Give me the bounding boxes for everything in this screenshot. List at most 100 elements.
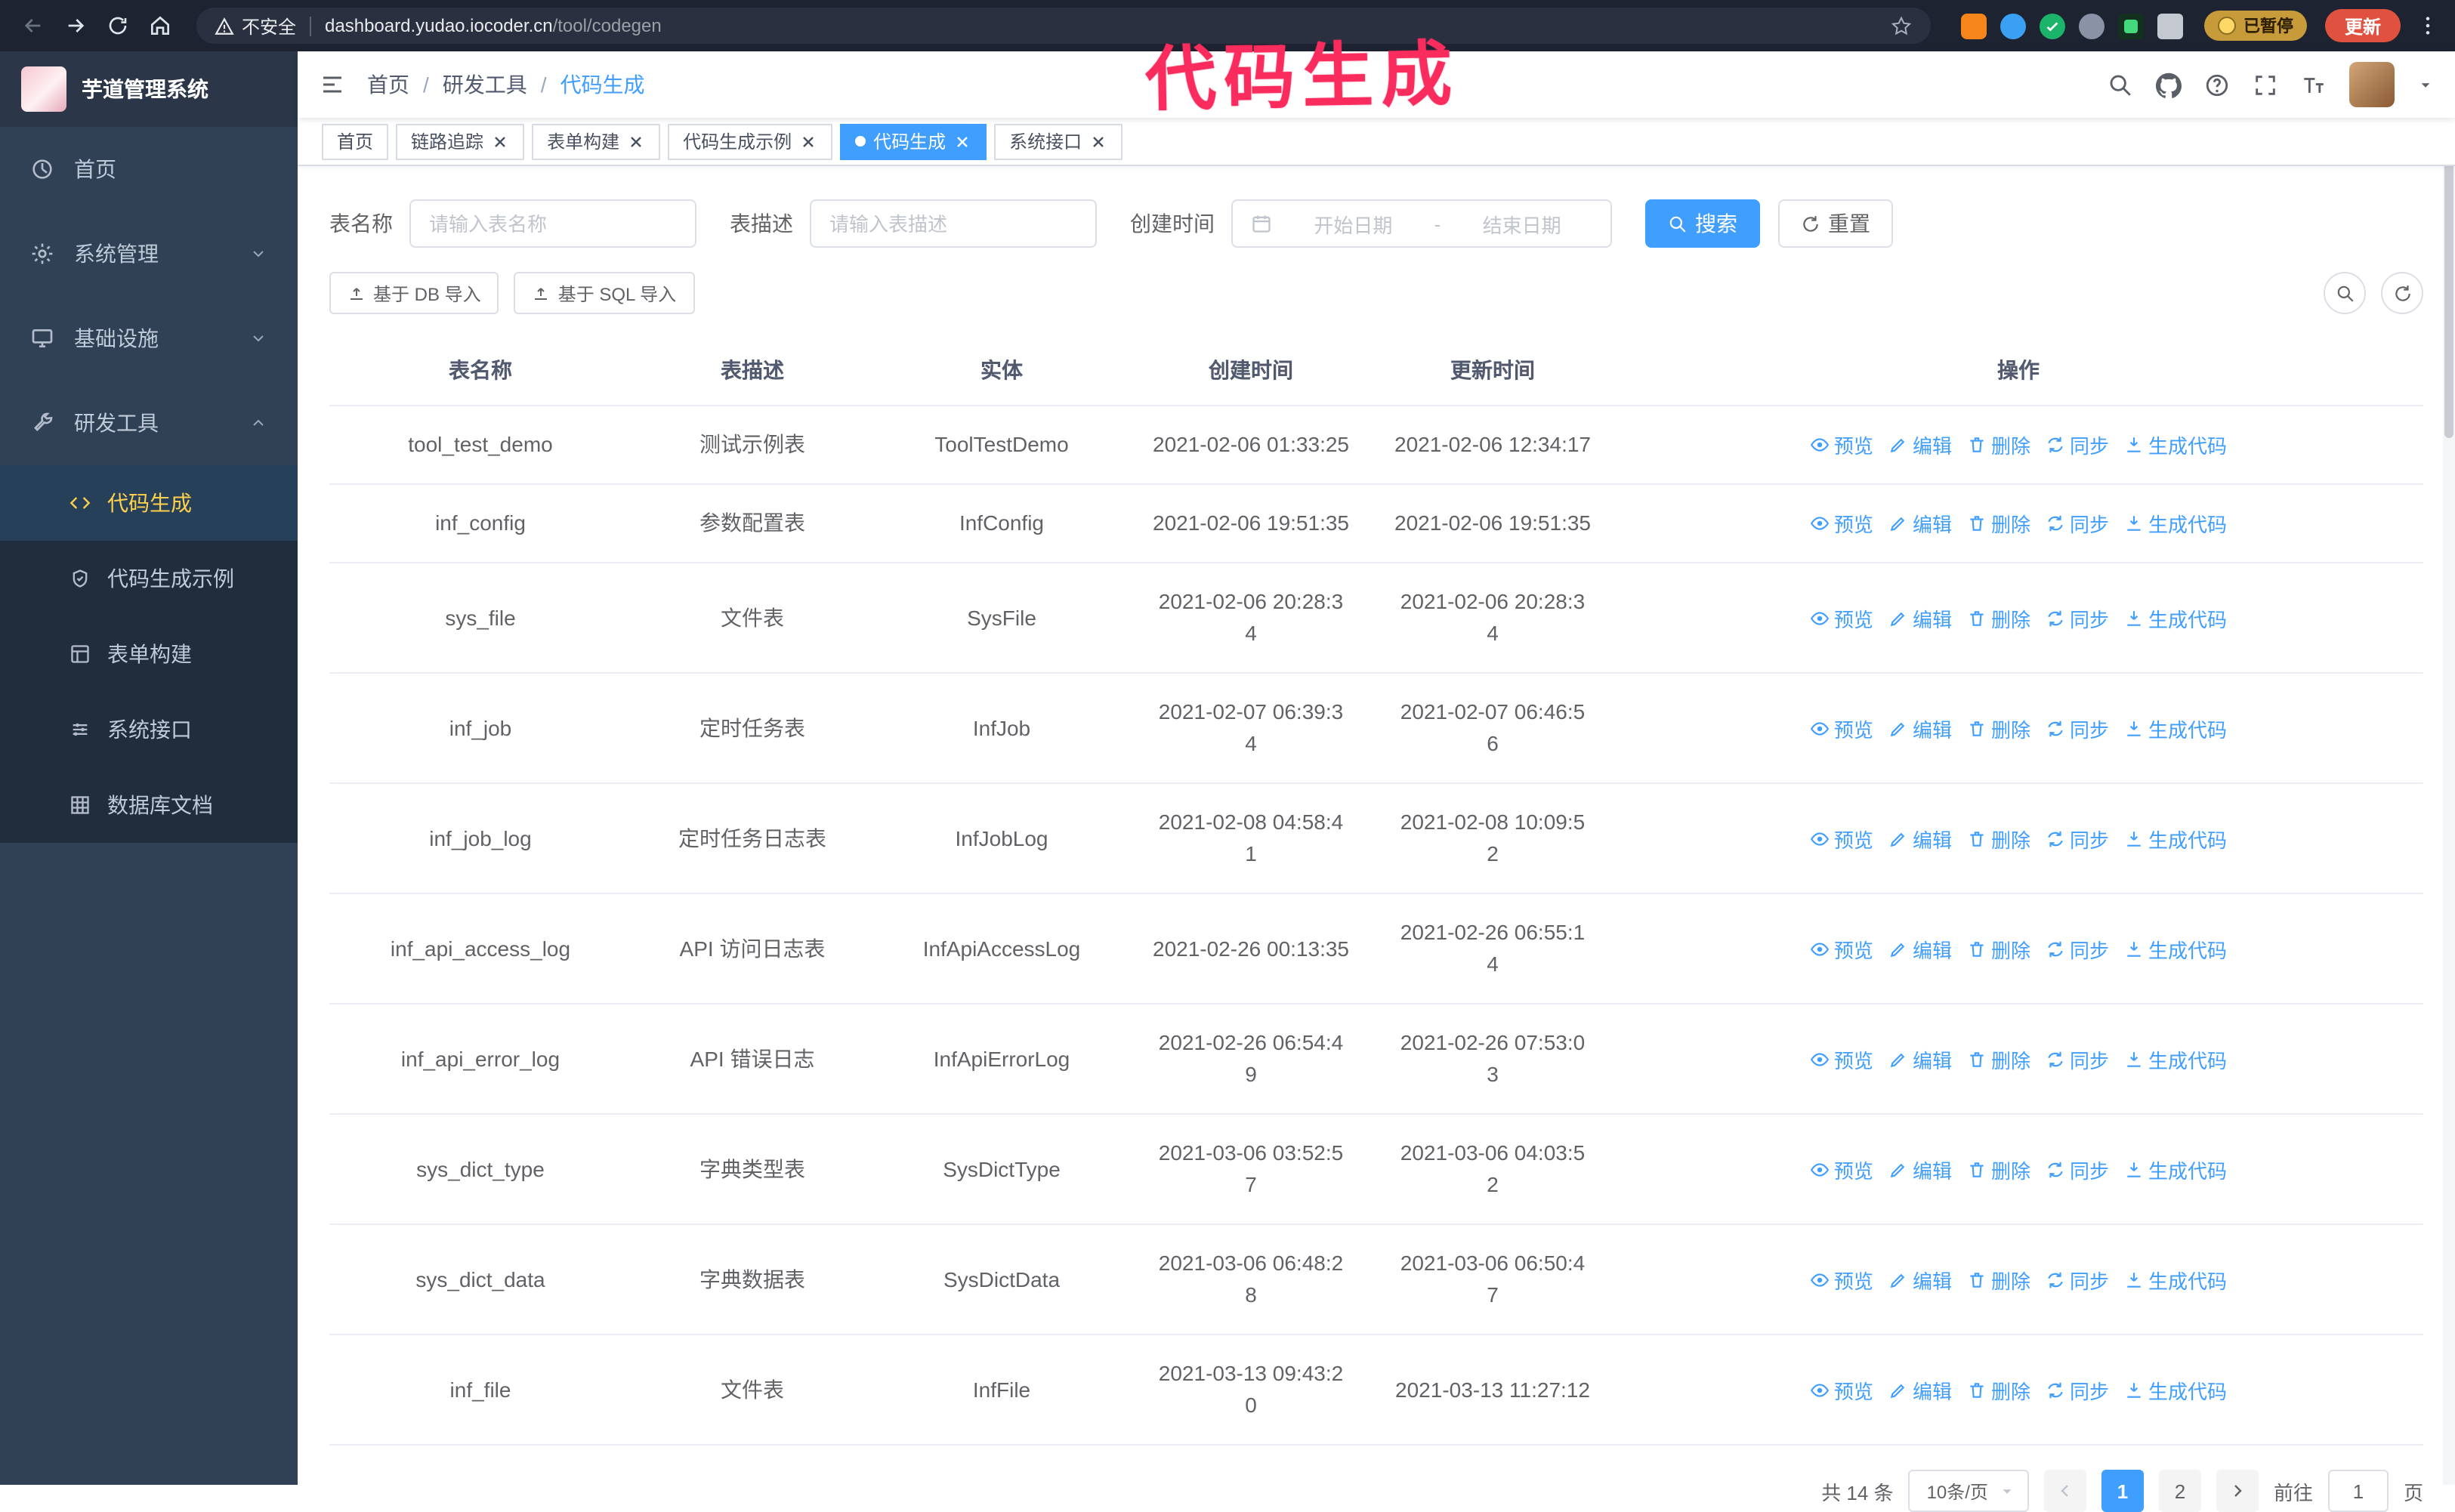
sync-link[interactable]: 同步 [2046, 603, 2109, 632]
prev-page-button[interactable] [2043, 1470, 2086, 1512]
page-size-select[interactable]: 10条/页 [1908, 1470, 2029, 1512]
preview-link[interactable]: 预览 [1810, 1155, 1873, 1183]
sync-link[interactable]: 同步 [2046, 509, 2109, 538]
sidebar-item-infrastructure[interactable]: 基础设施 [0, 296, 298, 381]
page-button-1[interactable]: 1 [2101, 1470, 2144, 1512]
edit-link[interactable]: 编辑 [1888, 1045, 1952, 1073]
toggle-search-button[interactable] [2324, 272, 2366, 314]
update-button[interactable]: 更新 [2324, 9, 2401, 42]
sync-link[interactable]: 同步 [2046, 1155, 2109, 1183]
extension-icon[interactable] [2157, 13, 2183, 39]
delete-link[interactable]: 删除 [1967, 430, 2030, 459]
fullscreen-icon[interactable] [2253, 72, 2278, 97]
browser-back-button[interactable] [15, 8, 51, 44]
reset-button[interactable]: 重置 [1778, 199, 1893, 248]
sidebar-item-dev-tools[interactable]: 研发工具 [0, 381, 298, 465]
logo[interactable]: 芋道管理系统 [0, 51, 298, 127]
tab-system-api[interactable]: 系统接口 [994, 123, 1123, 159]
delete-link[interactable]: 删除 [1967, 934, 2030, 963]
breadcrumb-section[interactable]: 研发工具 [443, 69, 527, 100]
preview-link[interactable]: 预览 [1810, 714, 1873, 742]
browser-home-button[interactable] [142, 8, 178, 44]
extension-icon[interactable] [2078, 13, 2105, 39]
sidebar-item-system-management[interactable]: 系统管理 [0, 211, 298, 296]
tab-trace[interactable]: 链路追踪 [396, 123, 525, 159]
extension-icon[interactable] [1960, 13, 1987, 39]
edit-link[interactable]: 编辑 [1888, 603, 1952, 632]
generate-code-link[interactable]: 生成代码 [2124, 714, 2227, 742]
browser-reload-button[interactable] [100, 8, 136, 44]
browser-forward-button[interactable] [57, 8, 94, 44]
delete-link[interactable]: 删除 [1967, 1045, 2030, 1073]
sync-link[interactable]: 同步 [2046, 934, 2109, 963]
edit-link[interactable]: 编辑 [1888, 824, 1952, 853]
sync-link[interactable]: 同步 [2046, 1375, 2109, 1404]
generate-code-link[interactable]: 生成代码 [2124, 934, 2227, 963]
extension-icon[interactable] [2117, 13, 2144, 39]
sidebar-subitem-db-doc[interactable]: 数据库文档 [0, 767, 298, 843]
generate-code-link[interactable]: 生成代码 [2124, 509, 2227, 538]
close-icon[interactable] [627, 132, 645, 150]
generate-code-link[interactable]: 生成代码 [2124, 603, 2227, 632]
refresh-table-button[interactable] [2381, 272, 2423, 314]
generate-code-link[interactable]: 生成代码 [2124, 430, 2227, 459]
sidebar-subitem-codegen-example[interactable]: 代码生成示例 [0, 541, 298, 616]
sidebar-subitem-form-builder[interactable]: 表单构建 [0, 616, 298, 692]
close-icon[interactable] [799, 132, 817, 150]
edit-link[interactable]: 编辑 [1888, 934, 1952, 963]
generate-code-link[interactable]: 生成代码 [2124, 1265, 2227, 1294]
delete-link[interactable]: 删除 [1967, 1375, 2030, 1404]
edit-link[interactable]: 编辑 [1888, 714, 1952, 742]
table-name-input[interactable] [429, 212, 677, 235]
delete-link[interactable]: 删除 [1967, 1155, 2030, 1183]
preview-link[interactable]: 预览 [1810, 509, 1873, 538]
edit-link[interactable]: 编辑 [1888, 1265, 1952, 1294]
sidebar-subitem-system-api[interactable]: 系统接口 [0, 692, 298, 767]
font-size-icon[interactable] [2301, 72, 2327, 97]
github-icon[interactable] [2156, 72, 2182, 97]
edit-link[interactable]: 编辑 [1888, 430, 1952, 459]
page-button-2[interactable]: 2 [2158, 1470, 2201, 1512]
sidebar-subitem-codegen[interactable]: 代码生成 [0, 465, 298, 541]
close-icon[interactable] [1089, 132, 1107, 150]
import-db-button[interactable]: 基于 DB 导入 [329, 272, 499, 314]
user-avatar[interactable] [2349, 62, 2395, 107]
browser-menu-icon[interactable] [2416, 14, 2440, 38]
preview-link[interactable]: 预览 [1810, 430, 1873, 459]
sync-link[interactable]: 同步 [2046, 1045, 2109, 1073]
preview-link[interactable]: 预览 [1810, 824, 1873, 853]
breadcrumb-home[interactable]: 首页 [367, 69, 409, 100]
sync-link[interactable]: 同步 [2046, 714, 2109, 742]
search-button[interactable]: 搜索 [1645, 199, 1760, 248]
delete-link[interactable]: 删除 [1967, 714, 2030, 742]
generate-code-link[interactable]: 生成代码 [2124, 1155, 2227, 1183]
preview-link[interactable]: 预览 [1810, 1265, 1873, 1294]
import-sql-button[interactable]: 基于 SQL 导入 [514, 272, 695, 314]
edit-link[interactable]: 编辑 [1888, 1375, 1952, 1404]
sync-link[interactable]: 同步 [2046, 1265, 2109, 1294]
bookmark-star-icon[interactable] [1890, 14, 1913, 37]
generate-code-link[interactable]: 生成代码 [2124, 824, 2227, 853]
tab-codegen[interactable]: 代码生成 [840, 123, 987, 159]
edit-link[interactable]: 编辑 [1888, 1155, 1952, 1183]
preview-link[interactable]: 预览 [1810, 1375, 1873, 1404]
generate-code-link[interactable]: 生成代码 [2124, 1045, 2227, 1073]
delete-link[interactable]: 删除 [1967, 509, 2030, 538]
edit-link[interactable]: 编辑 [1888, 509, 1952, 538]
close-icon[interactable] [491, 132, 509, 150]
delete-link[interactable]: 删除 [1967, 824, 2030, 853]
page-scrollbar[interactable] [2443, 51, 2455, 1485]
sidebar-item-home[interactable]: 首页 [0, 127, 298, 211]
sync-link[interactable]: 同步 [2046, 824, 2109, 853]
paused-badge[interactable]: 已暂停 [2203, 11, 2307, 41]
tab-codegen-example[interactable]: 代码生成示例 [668, 123, 833, 159]
help-icon[interactable] [2204, 72, 2230, 97]
tab-home[interactable]: 首页 [322, 123, 389, 159]
sidebar-toggle-icon[interactable] [319, 71, 346, 98]
avatar-caret-down-icon[interactable] [2417, 76, 2434, 93]
header-search-icon[interactable] [2108, 72, 2133, 97]
preview-link[interactable]: 预览 [1810, 603, 1873, 632]
delete-link[interactable]: 删除 [1967, 603, 2030, 632]
extension-icon[interactable] [2039, 13, 2065, 39]
close-icon[interactable] [953, 132, 971, 150]
